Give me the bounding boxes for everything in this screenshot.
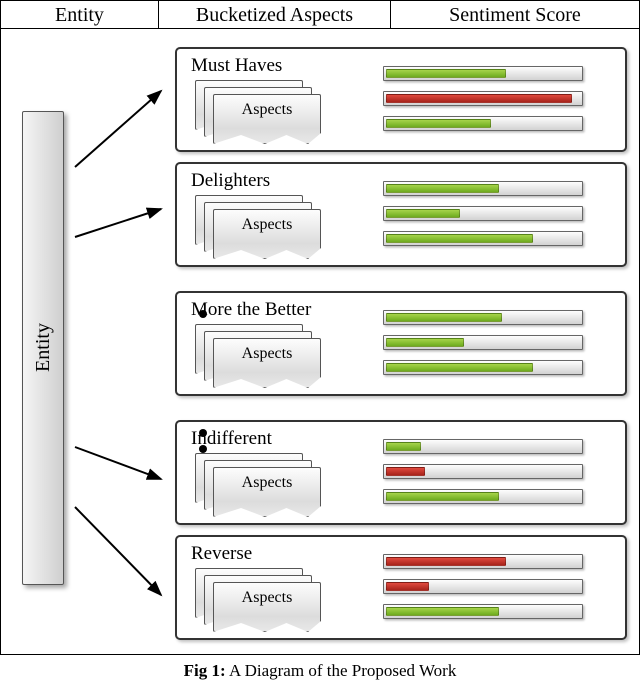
dot-icon [199,445,207,453]
sentiment-bar [383,116,583,131]
aspects-stack: Aspects [195,568,325,628]
bucket-title: Reverse [191,543,369,565]
bar-fill-green [386,492,499,501]
header-entity: Entity [1,1,159,28]
header-sentiment: Sentiment Score [391,1,639,28]
aspects-stack: Aspects [195,453,325,513]
caption-label: Fig 1: [184,661,226,680]
sentiment-bar [383,66,583,81]
aspect-card: Aspects [213,338,321,388]
bar-fill-green [386,69,506,78]
sentiment-bar [383,310,583,325]
bucket-left: Indifferent Aspects [189,428,369,513]
bar-fill-green [386,607,499,616]
sentiment-bar [383,579,583,594]
sentiment-bar [383,439,583,454]
bar-fill-green [386,119,491,128]
bar-fill-red [386,582,429,591]
bucket-left: Delighters Aspects [189,170,369,255]
bucket-delighters: Delighters Aspects [175,162,627,267]
sentiment-bar [383,360,583,375]
arrow-column [65,47,175,648]
dot-icon [199,429,207,437]
bucket-left: More the Better Aspects [189,299,369,384]
header-bucketized: Bucketized Aspects [159,1,391,28]
bar-fill-green [386,442,421,451]
bucket-title: Must Haves [191,55,369,77]
aspects-stack: Aspects [195,324,325,384]
sentiment-bar [383,604,583,619]
sentiment-bars [383,55,615,140]
aspect-card: Aspects [213,582,321,632]
bucket-left: Reverse Aspects [189,543,369,628]
bar-fill-green [386,338,464,347]
bar-fill-green [386,313,502,322]
sentiment-bars [383,299,615,384]
aspects-stack: Aspects [195,80,325,140]
sentiment-bar [383,464,583,479]
bucket-must-haves: Must Haves Aspects [175,47,627,152]
caption-text: A Diagram of the Proposed Work [226,661,457,680]
bar-fill-red [386,467,425,476]
entity-label: Entity [32,323,55,372]
entity-column: Entity [13,47,65,648]
bucket-reverse: Reverse Aspects [175,535,627,640]
bar-fill-green [386,234,533,243]
bucket-title: Indifferent [191,428,369,450]
sentiment-bar [383,335,583,350]
diagram-frame: Entity Bucketized Aspects Sentiment Scor… [0,0,640,655]
diagram-body: Entity [1,29,639,654]
gap [175,277,627,281]
arrows-svg [65,47,175,647]
bucket-indifferent: Indifferent Aspects [175,420,627,525]
aspect-card: Aspects [213,209,321,259]
bar-fill-green [386,184,499,193]
gap [175,406,627,410]
bar-fill-green [386,363,533,372]
bucket-more-the-better: More the Better Aspects [175,291,627,396]
bar-fill-red [386,557,506,566]
sentiment-bars [383,170,615,255]
sentiment-bar [383,91,583,106]
sentiment-bar [383,181,583,196]
sentiment-bar [383,206,583,221]
sentiment-bar [383,554,583,569]
sentiment-bars [383,428,615,513]
aspect-card: Aspects [213,467,321,517]
aspects-stack: Aspects [195,195,325,255]
dot-icon [199,310,207,318]
entity-box: Entity [22,111,64,585]
bucket-left: Must Haves Aspects [189,55,369,140]
bar-fill-red [386,94,572,103]
aspect-card: Aspects [213,94,321,144]
figure-caption: Fig 1: A Diagram of the Proposed Work [0,655,640,683]
bucket-title: More the Better [191,299,369,321]
sentiment-bars [383,543,615,628]
sentiment-bar [383,231,583,246]
bucket-title: Delighters [191,170,369,192]
sentiment-bar [383,489,583,504]
bar-fill-green [386,209,460,218]
buckets-column: Must HavesAspectsDelightersAspectsMore t… [175,47,627,648]
header-row: Entity Bucketized Aspects Sentiment Scor… [1,1,639,29]
